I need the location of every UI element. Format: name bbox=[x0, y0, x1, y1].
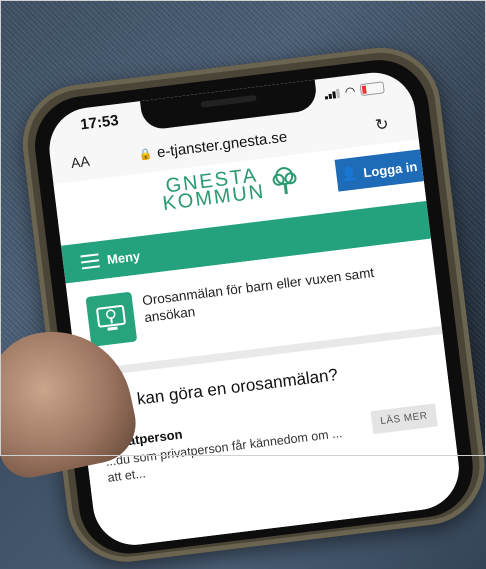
speaker-grille bbox=[200, 94, 257, 108]
login-button[interactable]: 👤 Logga in bbox=[334, 149, 424, 192]
read-more-button[interactable]: LÄS MER bbox=[370, 403, 438, 435]
text-size-button[interactable]: AA bbox=[70, 153, 90, 171]
hamburger-icon[interactable] bbox=[80, 253, 100, 270]
section-question: Vem kan göra en orosanmälan? bbox=[97, 365, 339, 414]
url-text: e-tjanster.gnesta.se bbox=[156, 128, 289, 161]
site-logo[interactable]: GNESTA KOMMUN bbox=[160, 162, 302, 215]
lock-icon: 🔒 bbox=[137, 147, 153, 162]
login-label: Logga in bbox=[362, 158, 419, 180]
tree-logo-icon bbox=[272, 167, 297, 195]
phone-screen: 17:53 ◠ AA 🔒 e-tjanster.gnesta.se ↻ GNES… bbox=[44, 67, 464, 550]
status-time: 17:53 bbox=[79, 111, 120, 134]
wifi-icon: ◠ bbox=[344, 83, 357, 100]
status-icons: ◠ bbox=[323, 80, 385, 101]
menu-label: Meny bbox=[106, 247, 141, 267]
reload-icon[interactable]: ↻ bbox=[374, 114, 390, 135]
monitor-tree-icon bbox=[85, 291, 138, 347]
battery-icon bbox=[359, 81, 385, 97]
logo-text: GNESTA KOMMUN bbox=[160, 164, 266, 215]
card-title[interactable]: Orosanmälan för barn eller vuxen samt an… bbox=[141, 259, 413, 326]
signal-icon bbox=[323, 88, 340, 100]
user-icon: 👤 bbox=[340, 165, 359, 183]
